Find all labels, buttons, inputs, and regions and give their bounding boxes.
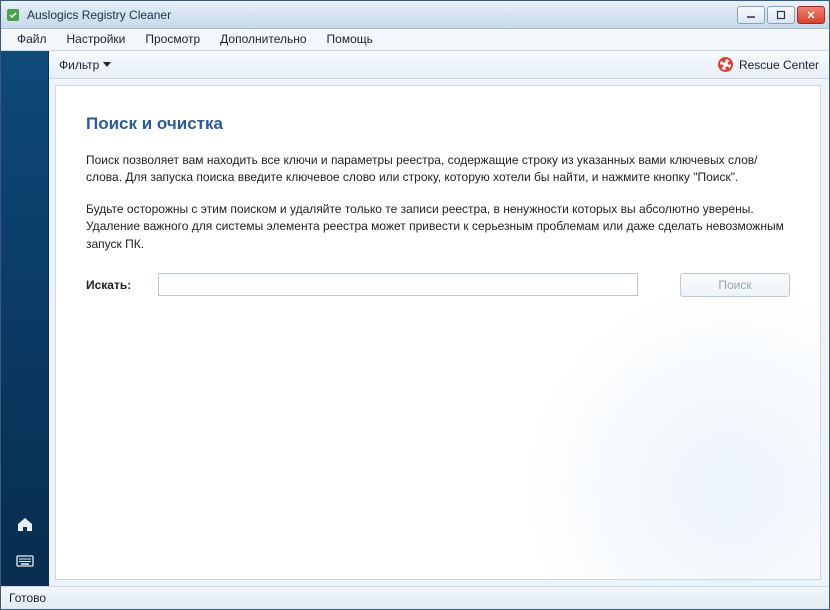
window-controls bbox=[737, 6, 825, 24]
description-paragraph-2: Будьте осторожны с этим поиском и удаляй… bbox=[86, 201, 790, 253]
description-paragraph-1: Поиск позволяет вам находить все ключи и… bbox=[86, 152, 790, 187]
content-area: Поиск и очистка Поиск позволяет вам нахо… bbox=[55, 85, 821, 580]
menu-bar: Файл Настройки Просмотр Дополнительно По… bbox=[1, 29, 829, 51]
filter-dropdown[interactable]: Фильтр bbox=[59, 58, 111, 72]
filter-label: Фильтр bbox=[59, 58, 99, 72]
main-panel: Фильтр Rescue Center Поиск и очистка Пои… bbox=[49, 51, 829, 586]
keyboard-icon[interactable] bbox=[13, 550, 37, 574]
search-input[interactable] bbox=[158, 273, 638, 296]
close-button[interactable] bbox=[797, 6, 825, 24]
toolbar: Фильтр Rescue Center bbox=[49, 51, 829, 79]
menu-advanced[interactable]: Дополнительно bbox=[210, 29, 316, 50]
search-label: Искать: bbox=[86, 278, 146, 292]
page-title: Поиск и очистка bbox=[86, 114, 790, 134]
minimize-button[interactable] bbox=[737, 6, 765, 24]
menu-view[interactable]: Просмотр bbox=[135, 29, 210, 50]
window-title: Auslogics Registry Cleaner bbox=[27, 8, 737, 22]
home-icon[interactable] bbox=[13, 512, 37, 536]
app-window: Auslogics Registry Cleaner Файл Настройк… bbox=[0, 0, 830, 610]
status-text: Готово bbox=[9, 591, 46, 605]
menu-settings[interactable]: Настройки bbox=[57, 29, 136, 50]
maximize-button[interactable] bbox=[767, 6, 795, 24]
rescue-label: Rescue Center bbox=[739, 58, 819, 72]
rescue-center-link[interactable]: Rescue Center bbox=[718, 57, 819, 72]
status-bar: Готово bbox=[1, 586, 829, 609]
menu-file[interactable]: Файл bbox=[7, 29, 57, 50]
search-button[interactable]: Поиск bbox=[680, 273, 790, 297]
menu-help[interactable]: Помощь bbox=[317, 29, 383, 50]
app-icon bbox=[5, 7, 21, 23]
chevron-down-icon bbox=[103, 62, 111, 67]
sidebar bbox=[1, 51, 49, 586]
body-area: Фильтр Rescue Center Поиск и очистка Пои… bbox=[1, 51, 829, 586]
search-row: Искать: Поиск bbox=[86, 273, 790, 297]
lifebuoy-icon bbox=[718, 57, 733, 72]
title-bar[interactable]: Auslogics Registry Cleaner bbox=[1, 1, 829, 29]
